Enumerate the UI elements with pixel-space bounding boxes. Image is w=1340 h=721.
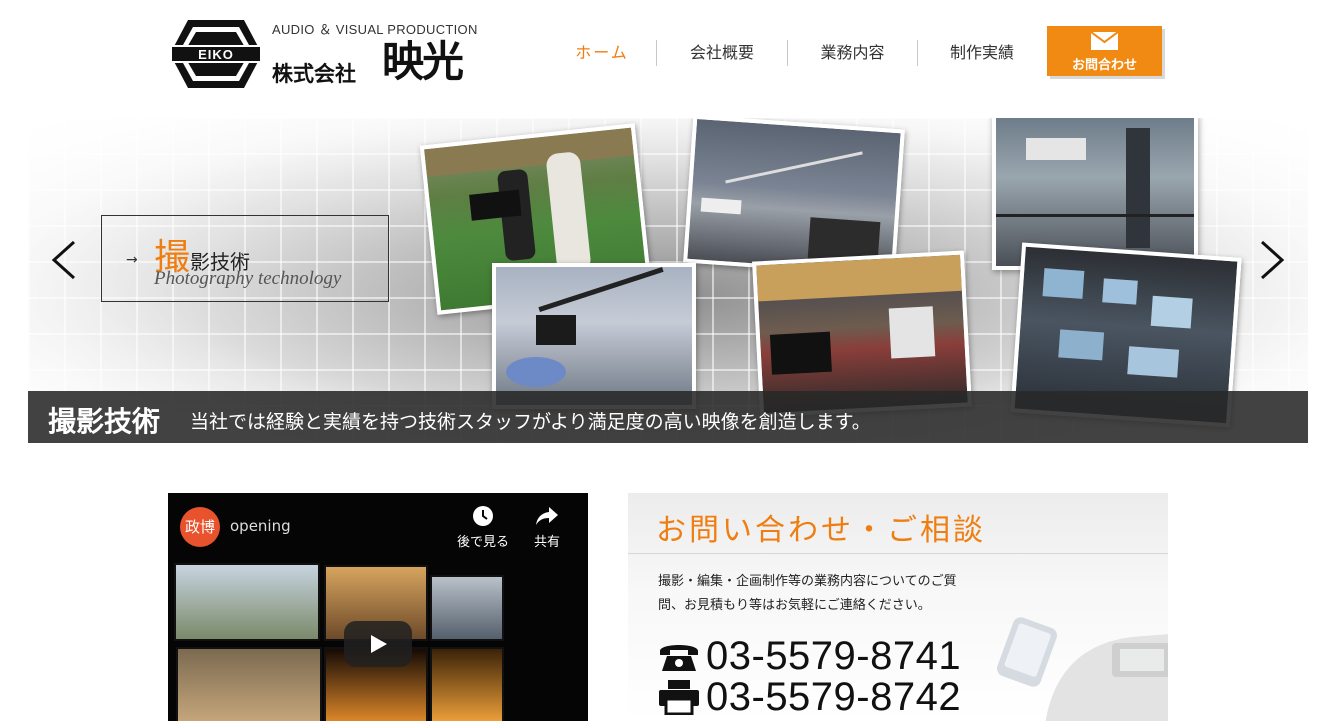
video-title[interactable]: opening (230, 517, 291, 535)
slide-bar-text: 当社では経験と実績を持つ技術スタッフがより満足度の高い映像を創造します。 (190, 411, 871, 433)
fax-number: 03-5579-8742 (706, 674, 962, 719)
logo-mark-text: EIKO (198, 47, 234, 62)
video-thumb-tile (430, 575, 504, 641)
site-header: EIKO AUDIO ＆ VISUAL PRODUCTION 株式会社 映光 ホ… (0, 0, 1340, 118)
fax-row: 03-5579-8742 (658, 674, 962, 719)
video-thumb-tile (176, 647, 322, 721)
watch-later-button[interactable]: 後で見る (452, 505, 514, 550)
clock-icon (473, 506, 493, 526)
nav-contact-label: お問合わせ (1071, 58, 1137, 73)
telephone-illustration (997, 617, 1168, 721)
video-thumb-tile (430, 647, 504, 721)
tel-number[interactable]: 03-5579-8741 (706, 634, 961, 679)
slide-caption-box: → 撮影技術 Photography technology (101, 215, 389, 302)
tel-row[interactable]: 03-5579-8741 (658, 634, 961, 679)
slide-subtitle: Photography technology (154, 268, 342, 289)
nav-about[interactable]: 会社概要 (657, 40, 787, 66)
hero-slider[interactable]: → 撮影技術 Photography technology 撮影技術 当社では経… (28, 118, 1308, 443)
slide-bar-title: 撮影技術 (48, 405, 161, 438)
channel-avatar[interactable]: 政博 (180, 507, 220, 547)
logo-company-type: 株式会社 (272, 62, 356, 86)
video-thumb-tile (174, 563, 320, 641)
watch-later-label: 後で見る (456, 535, 509, 550)
share-label: 共有 (533, 535, 560, 550)
share-icon (536, 507, 558, 525)
fax-icon (659, 680, 699, 715)
nav-works[interactable]: 制作実績 (918, 40, 1046, 66)
site-logo[interactable]: EIKO AUDIO ＆ VISUAL PRODUCTION 株式会社 映光 (168, 16, 508, 92)
play-icon[interactable] (344, 621, 412, 667)
main-nav: ホーム 会社概要 業務内容 制作実績 (548, 34, 1046, 72)
contact-description: 撮影・編集・企画制作等の業務内容についてのご質問、お見積もり等はお気軽にご連絡く… (658, 574, 957, 613)
contact-section: お問い合わせ・ご相談 撮影・編集・企画制作等の業務内容についてのご質問、お見積も… (628, 493, 1168, 721)
caption-arrow: → (126, 252, 138, 268)
nav-contact-button[interactable]: お問合わせ (1047, 26, 1162, 76)
logo-tagline: AUDIO ＆ VISUAL PRODUCTION (272, 22, 478, 37)
nav-home[interactable]: ホーム (548, 40, 656, 66)
contact-divider (628, 553, 1168, 554)
eiko-logo-icon: EIKO (169, 20, 263, 88)
slide-photo-crane (683, 118, 905, 278)
phone-icon (660, 645, 698, 671)
share-button[interactable]: 共有 (524, 505, 570, 550)
mail-icon (1091, 32, 1118, 50)
slide-caption-bar: 撮影技術 当社では経験と実績を持つ技術スタッフがより満足度の高い映像を創造します… (28, 391, 1308, 443)
chevron-left-icon[interactable] (44, 238, 84, 282)
chevron-right-icon[interactable] (1252, 238, 1292, 282)
contact-heading: お問い合わせ・ご相談 (656, 513, 986, 548)
logo-company-name: 映光 (382, 37, 464, 86)
nav-services[interactable]: 業務内容 (788, 40, 917, 66)
slide-photo-jib-arm (492, 263, 696, 409)
video-player[interactable]: 政博 opening 後で見る 共有 (168, 493, 588, 721)
